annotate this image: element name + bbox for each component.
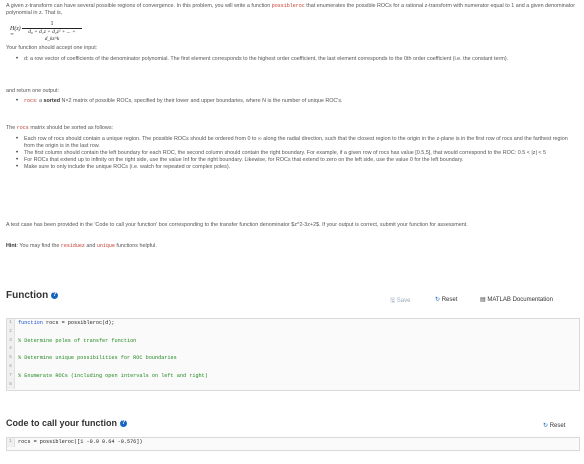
call-reset-button[interactable]: ↻ Reset bbox=[543, 422, 565, 429]
line-number: 5 bbox=[7, 354, 15, 363]
inputs-heading: Your function should accept one input: bbox=[6, 45, 98, 51]
sorting-rules-list: Each row of rocs should contain a unique… bbox=[6, 136, 578, 171]
line-number: 8 bbox=[7, 380, 15, 390]
output-sorted: sorted bbox=[43, 98, 60, 104]
function-title-text: Function bbox=[6, 290, 49, 301]
output-item: rocs: a sorted N×2 matrix of possible RO… bbox=[16, 98, 578, 105]
book-icon: ▤ bbox=[480, 297, 486, 303]
matlab-documentation-button[interactable]: ▤ MATLAB Documentation bbox=[480, 296, 553, 303]
sorting-code: rocs bbox=[16, 125, 29, 131]
intro-paragraph: A given z-transform can have several pos… bbox=[6, 3, 578, 17]
code-line[interactable]: 3% Determine poles of transfer function bbox=[7, 336, 579, 346]
hint-line: Hint: You may find the residuez and uniq… bbox=[6, 243, 578, 250]
line-number: 2 bbox=[7, 327, 15, 337]
code-text: rocs = possibleroc(d); bbox=[42, 320, 115, 326]
sorting-rule: The first column should contain the left… bbox=[16, 150, 578, 157]
code-line[interactable]: 8 bbox=[7, 380, 579, 390]
docs-label: MATLAB Documentation bbox=[487, 297, 553, 303]
code-line[interactable]: 7% Enumerate ROCs (including open interv… bbox=[7, 371, 579, 381]
code-line[interactable]: 1 rocs = possibleroc([1 -0.9 0.64 -0.576]… bbox=[7, 438, 579, 447]
inputs-list: d: a row vector of coefficients of the d… bbox=[6, 56, 578, 63]
inputs-section: Your function should accept one input: d… bbox=[6, 45, 578, 63]
intro-text-1: A given z-transform can have several pos… bbox=[6, 3, 271, 9]
save-button[interactable]: 🖫 Save bbox=[390, 296, 410, 306]
output-label: : a bbox=[36, 98, 43, 104]
formula-lhs: H(z) = bbox=[10, 26, 21, 38]
code-line[interactable]: 2 bbox=[7, 327, 579, 337]
sorting-pre: The bbox=[6, 125, 16, 131]
reset-icon: ↻ bbox=[543, 423, 549, 429]
output-code: rocs bbox=[24, 98, 37, 104]
code-line[interactable]: 6 bbox=[7, 362, 579, 372]
problem-page: A given z-transform can have several pos… bbox=[0, 0, 584, 464]
help-icon[interactable]: ? bbox=[120, 420, 128, 428]
help-icon[interactable]: ? bbox=[51, 291, 59, 299]
problem-description: A given z-transform can have several pos… bbox=[6, 3, 578, 17]
test-case-note: A test case has been provided in the 'Co… bbox=[6, 222, 468, 228]
save-icon: 🖫 bbox=[390, 298, 396, 304]
hint-pre: : You may find the bbox=[16, 243, 60, 249]
call-editor[interactable]: 1 rocs = possibleroc([1 -0.9 0.64 -0.576]… bbox=[6, 437, 580, 451]
code-keyword: function bbox=[18, 320, 43, 326]
call-reset-label: Reset bbox=[549, 423, 566, 429]
code-line[interactable]: 5% Determine unique possibilities for RO… bbox=[7, 354, 579, 363]
hint-code-residuez: residuez bbox=[60, 243, 85, 249]
input-item: d: a row vector of coefficients of the d… bbox=[16, 56, 578, 63]
sorting-rule: Make sure to only include the unique ROC… bbox=[16, 164, 578, 171]
code-comment: % Enumerate ROCs (including open interva… bbox=[18, 372, 208, 379]
code-line[interactable]: 4 bbox=[7, 345, 579, 355]
line-number: 1 bbox=[7, 438, 15, 447]
outputs-section: and return one output: rocs: a sorted N×… bbox=[6, 88, 578, 105]
line-number: 1 bbox=[7, 319, 15, 328]
function-name-code: possibleroc bbox=[271, 3, 305, 9]
outputs-list: rocs: a sorted N×2 matrix of possible RO… bbox=[6, 98, 578, 105]
line-number: 3 bbox=[7, 336, 15, 346]
sorting-heading: The rocs matrix should be sorted as foll… bbox=[6, 125, 578, 132]
hint-mid: and bbox=[86, 243, 96, 249]
sorting-rule: For ROCs that extend up to infinity on t… bbox=[16, 157, 578, 164]
hint-label: Hint bbox=[6, 243, 17, 249]
reset-label: Reset bbox=[441, 297, 458, 303]
code-line[interactable]: 1 function rocs = possibleroc(d); bbox=[7, 319, 579, 328]
function-editor[interactable]: 1 function rocs = possibleroc(d); 2 3% De… bbox=[6, 318, 580, 391]
line-number: 7 bbox=[7, 371, 15, 381]
save-label: Save bbox=[396, 298, 411, 304]
code-comment: % Determine poles of transfer function bbox=[18, 337, 137, 344]
line-number: 4 bbox=[7, 345, 15, 355]
reset-icon: ↻ bbox=[435, 297, 441, 303]
formula-fraction: 1 d₀ + d₁z + d₂z² + ... + d_kz^k bbox=[22, 21, 82, 43]
reset-button[interactable]: ↻ Reset bbox=[435, 296, 457, 303]
sorting-rule: Each row of rocs should contain a unique… bbox=[16, 136, 578, 150]
line-number: 6 bbox=[7, 362, 15, 372]
code-text: rocs = possibleroc([1 -0.9 0.64 -0.576]) bbox=[18, 439, 143, 445]
sorting-post: matrix should be sorted as follows: bbox=[30, 125, 114, 131]
sorting-section: The rocs matrix should be sorted as foll… bbox=[6, 125, 578, 171]
hint-post: functions helpful. bbox=[116, 243, 157, 249]
function-section-title: Function? bbox=[6, 290, 59, 301]
output-text: N×2 matrix of possible ROCs, specified b… bbox=[61, 98, 343, 104]
code-comment: % Determine unique possibilities for ROC… bbox=[18, 355, 177, 362]
formula-denominator: d₀ + d₁z + d₂z² + ... + d_kz^k bbox=[28, 29, 76, 42]
call-section-title: Code to call your function? bbox=[6, 418, 128, 428]
formula-numerator: 1 bbox=[22, 21, 82, 29]
hint-code-unique: unique bbox=[96, 243, 115, 249]
outputs-heading: and return one output: bbox=[6, 88, 60, 94]
call-title-text: Code to call your function bbox=[6, 418, 118, 428]
